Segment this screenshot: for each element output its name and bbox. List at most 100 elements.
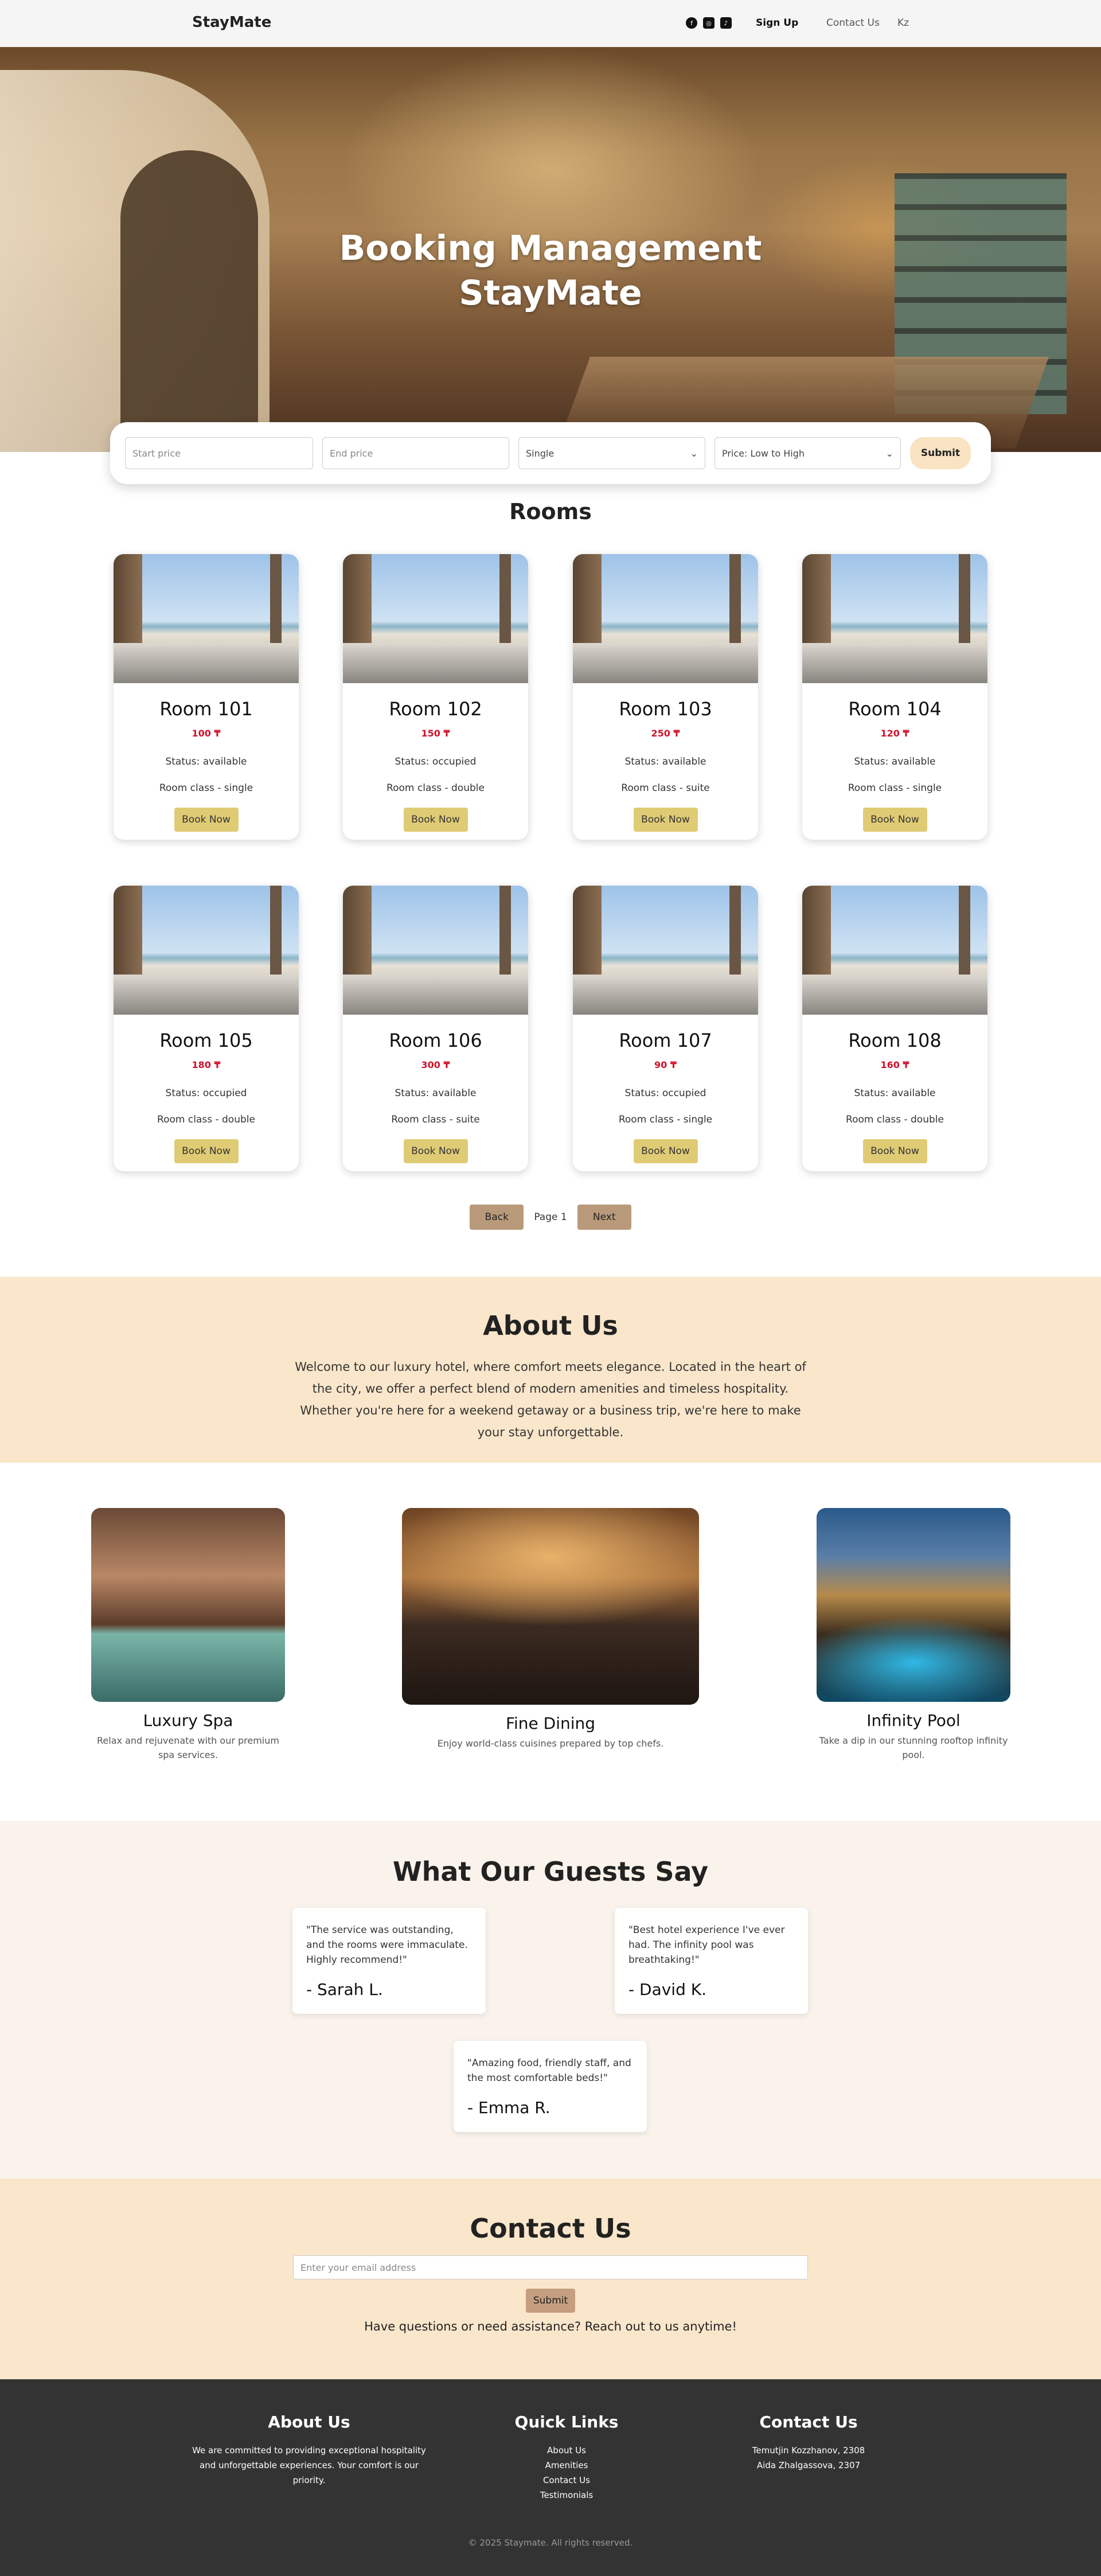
back-button[interactable]: Back	[470, 1205, 524, 1230]
footer-links: Quick Links About Us Amenities Contact U…	[481, 2413, 653, 2503]
book-now-button[interactable]: Book Now	[633, 808, 698, 832]
about-title: About Us	[483, 1310, 618, 1341]
room-name: Room 106	[389, 1030, 482, 1051]
footer-link-about[interactable]: About Us	[481, 2443, 653, 2458]
room-image	[802, 554, 987, 683]
room-class: Room class - suite	[391, 1114, 480, 1125]
room-price: 250 ₸	[651, 728, 680, 739]
room-class: Room class - suite	[621, 782, 710, 794]
language-switch[interactable]: Kz	[897, 17, 909, 29]
book-now-button[interactable]: Book Now	[862, 808, 927, 832]
hero-title-line2: StayMate	[459, 273, 642, 313]
testimonial-card: "Best hotel experience I've ever had. Th…	[615, 1908, 808, 2014]
room-status: Status: available	[854, 1088, 936, 1099]
testimonials-title: What Our Guests Say	[392, 1856, 709, 1887]
room-card: Room 103 250 ₸ Status: available Room class…	[573, 554, 758, 840]
room-image-bed	[573, 975, 758, 1015]
chevron-down-icon: ⌄	[690, 447, 698, 459]
testimonial-quote: "Best hotel experience I've ever had. Th…	[628, 1924, 785, 1966]
dining-image	[402, 1508, 699, 1705]
footer-address-2: Aida Zhalgassova, 2307	[756, 2460, 861, 2470]
room-price: 120 ₸	[880, 728, 909, 739]
testimonial-quote: "Amazing food, friendly staff, and the m…	[467, 2057, 631, 2084]
filter-submit-button[interactable]: Submit	[910, 437, 971, 469]
room-status: Status: available	[854, 756, 936, 767]
footer-about-title: About Us	[268, 2413, 350, 2431]
book-now-button[interactable]: Book Now	[174, 808, 239, 832]
pagination: Back Page 1 Next	[0, 1205, 1101, 1230]
footer-contact-title: Contact Us	[759, 2413, 858, 2431]
contact-section: Contact Us Enter your email address Subm…	[0, 2179, 1101, 2379]
footer-about: About Us We are committed to providing e…	[185, 2413, 434, 2488]
testimonial-quote: "The service was outstanding, and the ro…	[306, 1924, 468, 1966]
room-image-bed	[343, 975, 528, 1015]
room-name: Room 101	[159, 698, 253, 720]
instagram-icon[interactable]: ◎	[703, 17, 715, 29]
room-image	[343, 886, 528, 1015]
end-price-input[interactable]: End price	[322, 437, 509, 469]
search-filter-bar: Start price End price Single ⌄ Price: Lo…	[110, 422, 991, 484]
amenity-text: Take a dip in our stunning rooftop infin…	[819, 1735, 1008, 1760]
book-now-button[interactable]: Book Now	[633, 1139, 698, 1163]
chevron-down-icon: ⌄	[885, 447, 893, 459]
amenity-dining: Fine Dining Enjoy world-class cuisines p…	[402, 1508, 699, 1751]
footer-link-testimonials[interactable]: Testimonials	[481, 2488, 653, 2503]
room-image	[343, 554, 528, 683]
footer-link-contact[interactable]: Contact Us	[481, 2473, 653, 2488]
room-image	[573, 886, 758, 1015]
rooms-title: Rooms	[509, 499, 592, 524]
about-section: About Us Welcome to our luxury hotel, wh…	[0, 1277, 1101, 1463]
room-card: Room 106 300 ₸ Status: available Room class…	[343, 886, 528, 1171]
sort-value: Price: Low to High	[722, 447, 805, 459]
room-name: Room 105	[159, 1030, 253, 1051]
book-now-button[interactable]: Book Now	[403, 808, 468, 832]
room-class: Room class - single	[848, 782, 942, 794]
room-price: 300 ₸	[421, 1059, 450, 1070]
room-price: 160 ₸	[880, 1059, 909, 1070]
room-type-select[interactable]: Single ⌄	[518, 437, 705, 469]
book-now-button[interactable]: Book Now	[174, 1139, 239, 1163]
testimonial-author: - Sarah L.	[306, 1980, 383, 1999]
testimonial-author: - David K.	[628, 1980, 707, 1999]
room-status: Status: available	[624, 756, 706, 767]
pool-image	[817, 1508, 1010, 1702]
book-now-button[interactable]: Book Now	[403, 1139, 468, 1163]
contact-submit-button[interactable]: Submit	[526, 2289, 575, 2313]
room-name: Room 104	[848, 698, 942, 720]
room-card: Room 108 160 ₸ Status: available Room class…	[802, 886, 987, 1171]
email-input[interactable]: Enter your email address	[293, 2255, 808, 2279]
brand-logo[interactable]: StayMate	[192, 14, 271, 31]
hero-title-line1: Booking Management	[339, 228, 762, 268]
room-price: 100 ₸	[192, 728, 221, 739]
room-card: Room 101 100 ₸ Status: available Room class…	[114, 554, 299, 840]
about-text: Welcome to our luxury hotel, where comfo…	[295, 1360, 806, 1439]
footer-address-1: Temutjin Kozzhanov, 2308	[752, 2445, 865, 2456]
room-class: Room class - single	[159, 782, 253, 794]
hero-title: Booking Management StayMate	[0, 226, 1101, 315]
room-price: 90 ₸	[654, 1059, 677, 1070]
room-image-bed	[573, 643, 758, 683]
room-image-bed	[802, 975, 987, 1015]
testimonial-author: - Emma R.	[467, 2098, 550, 2117]
nav-contact-link[interactable]: Contact Us	[826, 17, 880, 29]
next-button[interactable]: Next	[577, 1205, 631, 1230]
room-price: 150 ₸	[421, 728, 450, 739]
nav-signup-link[interactable]: Sign Up	[756, 17, 798, 29]
room-status: Status: occupied	[624, 1088, 706, 1099]
amenity-title: Luxury Spa	[143, 1711, 233, 1730]
room-card: Room 102 150 ₸ Status: occupied Room class …	[343, 554, 528, 840]
start-price-input[interactable]: Start price	[125, 437, 313, 469]
tiktok-icon[interactable]: ♪	[720, 17, 732, 29]
room-image	[114, 886, 299, 1015]
room-image	[573, 554, 758, 683]
room-type-value: Single	[526, 447, 555, 459]
book-now-button[interactable]: Book Now	[862, 1139, 927, 1163]
room-status: Status: occupied	[165, 1088, 247, 1099]
sort-select[interactable]: Price: Low to High ⌄	[715, 437, 901, 469]
amenity-title: Infinity Pool	[866, 1711, 961, 1730]
copyright: © 2025 Staymate. All rights reserved.	[468, 2538, 633, 2548]
footer-link-amenities[interactable]: Amenities	[481, 2458, 653, 2473]
page-label: Page 1	[534, 1211, 567, 1223]
testimonial-card: "The service was outstanding, and the ro…	[292, 1908, 486, 2014]
facebook-icon[interactable]: f	[686, 17, 697, 29]
